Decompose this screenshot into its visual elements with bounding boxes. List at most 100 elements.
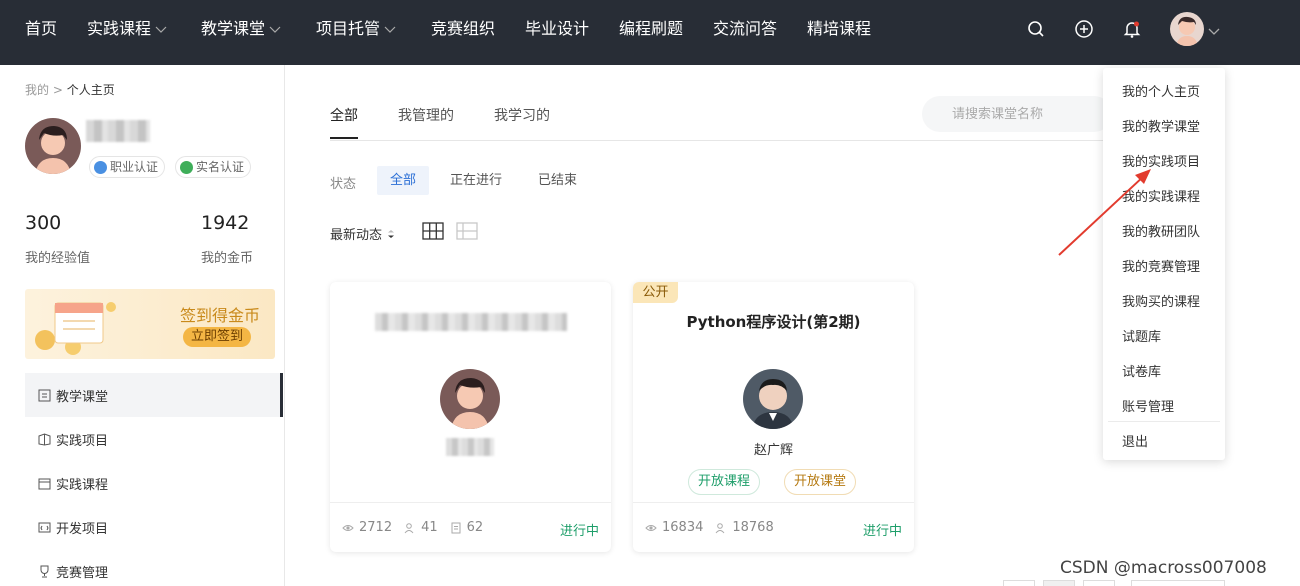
teacher-avatar xyxy=(440,369,500,429)
tab-all[interactable]: 全部 xyxy=(330,105,358,125)
nav-teaching-classroom[interactable]: 教学课堂 xyxy=(201,0,281,58)
breadcrumb-parent[interactable]: 我的 xyxy=(25,83,49,97)
menu-exam-bank[interactable]: 试卷库 xyxy=(1122,361,1161,380)
search-icon[interactable] xyxy=(1025,18,1047,40)
menu-logout[interactable]: 退出 xyxy=(1122,431,1148,450)
classroom-icon xyxy=(38,389,51,401)
status-badge: 进行中 xyxy=(862,524,902,539)
signin-button[interactable]: 立即签到 xyxy=(182,327,251,347)
nav-qa[interactable]: 交流问答 xyxy=(713,0,777,58)
chevron-down-icon[interactable] xyxy=(1207,24,1221,38)
user-icon xyxy=(180,160,193,174)
nav-premium-courses[interactable]: 精培课程 xyxy=(807,0,871,58)
nav-coding-practice[interactable]: 编程刷题 xyxy=(619,0,683,58)
sidebar-item-classroom[interactable]: 教学课堂 xyxy=(25,373,283,417)
tab-learning[interactable]: 我学习的 xyxy=(494,105,550,125)
career-cert-badge[interactable]: 职业认证 xyxy=(89,156,166,178)
avatar[interactable] xyxy=(1170,12,1204,46)
eye-icon xyxy=(342,524,354,531)
watermark: CSDN @macross007008 xyxy=(1060,558,1267,578)
members-icon xyxy=(404,522,414,533)
card-stats: 16834 18768 xyxy=(645,520,774,535)
sidebar-item-label: 竞赛管理 xyxy=(56,565,109,581)
views-count: 16834 xyxy=(662,520,704,535)
list-view-icon[interactable] xyxy=(456,222,478,240)
sidebar-item-label: 开发项目 xyxy=(56,521,109,537)
breadcrumb-separator: > xyxy=(52,83,63,97)
members-count: 41 xyxy=(421,520,438,535)
nav-competition[interactable]: 竞赛组织 xyxy=(431,0,495,58)
sidebar-item-dev-project[interactable]: 开发项目 xyxy=(25,505,283,549)
classroom-search-input[interactable] xyxy=(922,96,1112,132)
badge-label: 职业认证 xyxy=(110,160,159,174)
sidebar-item-practice-course[interactable]: 实践课程 xyxy=(25,461,283,505)
status-badge: 进行中 xyxy=(559,524,599,539)
menu-my-practice-courses[interactable]: 我的实践课程 xyxy=(1122,186,1200,205)
teacher-name: 赵广辉 xyxy=(753,443,793,458)
nav-label: 实践课程 xyxy=(87,19,152,38)
blurred-card-title xyxy=(375,313,567,331)
members-icon xyxy=(715,522,725,533)
pager-button[interactable] xyxy=(1043,580,1075,586)
nav-label: 交流问答 xyxy=(713,19,778,38)
nav-label: 编程刷题 xyxy=(619,19,684,38)
public-tag: 公开 xyxy=(633,282,678,303)
experience-value: 300 xyxy=(25,212,62,234)
menu-purchased-courses[interactable]: 我购买的课程 xyxy=(1122,291,1200,310)
sidebar-item-competition[interactable]: 竞赛管理 xyxy=(25,549,283,586)
menu-my-practice-projects[interactable]: 我的实践项目 xyxy=(1122,151,1200,170)
menu-my-classrooms[interactable]: 我的教学课堂 xyxy=(1122,116,1200,135)
menu-account-settings[interactable]: 账号管理 xyxy=(1122,396,1174,415)
pager-jump[interactable] xyxy=(1131,580,1225,586)
classroom-card[interactable]: 2712 41 62 进行中 xyxy=(330,282,611,552)
menu-my-competitions[interactable]: 我的竞赛管理 xyxy=(1122,256,1200,275)
coins-label: 我的金币 xyxy=(201,251,254,266)
members-count: 18768 xyxy=(732,520,774,535)
signin-title: 签到得金币 xyxy=(179,306,260,325)
teacher-avatar xyxy=(743,369,803,429)
nav-label: 项目托管 xyxy=(316,19,381,38)
eye-icon xyxy=(645,524,657,531)
project-icon xyxy=(38,432,51,446)
tab-managed[interactable]: 我管理的 xyxy=(398,105,454,125)
nav-home[interactable]: 首页 xyxy=(25,0,57,58)
breadcrumb-current: 个人主页 xyxy=(66,83,115,97)
chevron-down-icon xyxy=(384,26,396,33)
menu-my-research-team[interactable]: 我的教研团队 xyxy=(1122,221,1200,240)
experience-label: 我的经验值 xyxy=(25,251,91,266)
filter-ended[interactable]: 已结束 xyxy=(525,166,590,195)
nav-project-hosting[interactable]: 项目托管 xyxy=(316,0,396,58)
badge-label: 实名认证 xyxy=(196,160,245,174)
nav-label: 竞赛组织 xyxy=(431,19,496,38)
open-course-tag: 开放课程 xyxy=(688,469,761,495)
sort-dropdown[interactable]: 最新动态 xyxy=(330,224,395,243)
filter-in-progress[interactable]: 正在进行 xyxy=(437,166,515,195)
signin-banner: 签到得金币 立即签到 xyxy=(25,289,275,359)
nav-practice-courses[interactable]: 实践课程 xyxy=(87,0,167,58)
pager-button[interactable] xyxy=(1083,580,1115,586)
nav-graduation[interactable]: 毕业设计 xyxy=(525,0,589,58)
user-icon xyxy=(94,160,107,174)
classroom-card[interactable]: 公开 Python程序设计(第2期) 赵广辉 开放课程 开放课堂 16834 1… xyxy=(633,282,914,552)
sort-label: 最新动态 xyxy=(330,228,383,243)
menu-question-bank[interactable]: 试题库 xyxy=(1122,326,1161,345)
grid-view-icon[interactable] xyxy=(422,222,444,240)
sidebar-item-label: 教学课堂 xyxy=(56,389,109,405)
card-title: Python程序设计(第2期) xyxy=(686,313,861,331)
realname-cert-badge[interactable]: 实名认证 xyxy=(175,156,252,178)
bell-icon[interactable] xyxy=(1121,18,1143,40)
filter-all[interactable]: 全部 xyxy=(377,166,430,195)
trophy-icon xyxy=(40,565,49,577)
menu-my-homepage[interactable]: 我的个人主页 xyxy=(1122,81,1200,100)
sort-caret-icon xyxy=(388,229,395,238)
profile-avatar[interactable] xyxy=(25,118,81,174)
chevron-down-icon xyxy=(155,26,167,33)
views-count: 2712 xyxy=(359,520,393,535)
pager-button[interactable] xyxy=(1003,580,1035,586)
blurred-teacher-name xyxy=(446,438,494,456)
sidebar-item-label: 实践课程 xyxy=(56,477,109,493)
nav-label: 精培课程 xyxy=(807,19,872,38)
plus-circle-icon[interactable] xyxy=(1073,18,1095,40)
left-sidebar: 我的 > 个人主页 职业认证 实名认证 300 我的经验值 1942 我的金币 … xyxy=(0,65,285,586)
sidebar-item-practice-project[interactable]: 实践项目 xyxy=(25,417,283,461)
